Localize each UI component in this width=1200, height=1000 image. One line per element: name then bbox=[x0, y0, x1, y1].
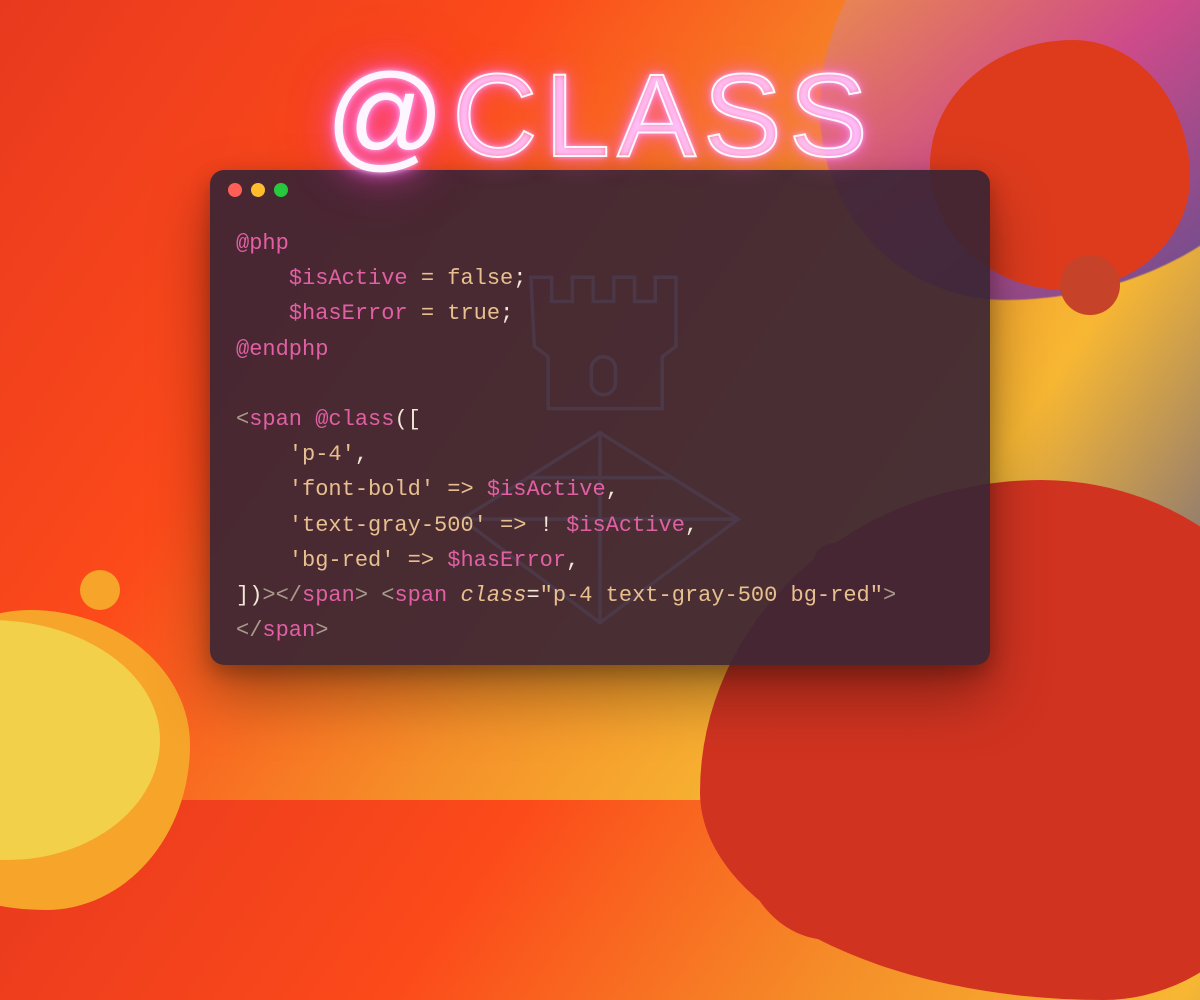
window-minimize-button[interactable] bbox=[251, 183, 265, 197]
blob-top-right-dot bbox=[1060, 255, 1120, 315]
window-close-button[interactable] bbox=[228, 183, 242, 197]
blob-bottom-left-dot bbox=[80, 570, 120, 610]
blade-directive-php: @php bbox=[236, 231, 289, 256]
code-block: @php $isActive = false; $hasError = true… bbox=[210, 210, 990, 664]
blade-directive-class: @class bbox=[315, 407, 394, 432]
php-var-isactive: $isActive bbox=[289, 266, 408, 291]
title-word: CLASS bbox=[452, 50, 874, 182]
code-window: @php $isActive = false; $hasError = true… bbox=[210, 170, 990, 665]
php-var-haserror: $hasError bbox=[289, 301, 408, 326]
window-zoom-button[interactable] bbox=[274, 183, 288, 197]
blade-directive-endphp: @endphp bbox=[236, 337, 328, 362]
graphic-title: @CLASS bbox=[325, 48, 874, 184]
html-attr-class: class bbox=[460, 583, 526, 608]
html-tag-span: span bbox=[249, 407, 302, 432]
title-at-symbol: @ bbox=[325, 50, 452, 182]
